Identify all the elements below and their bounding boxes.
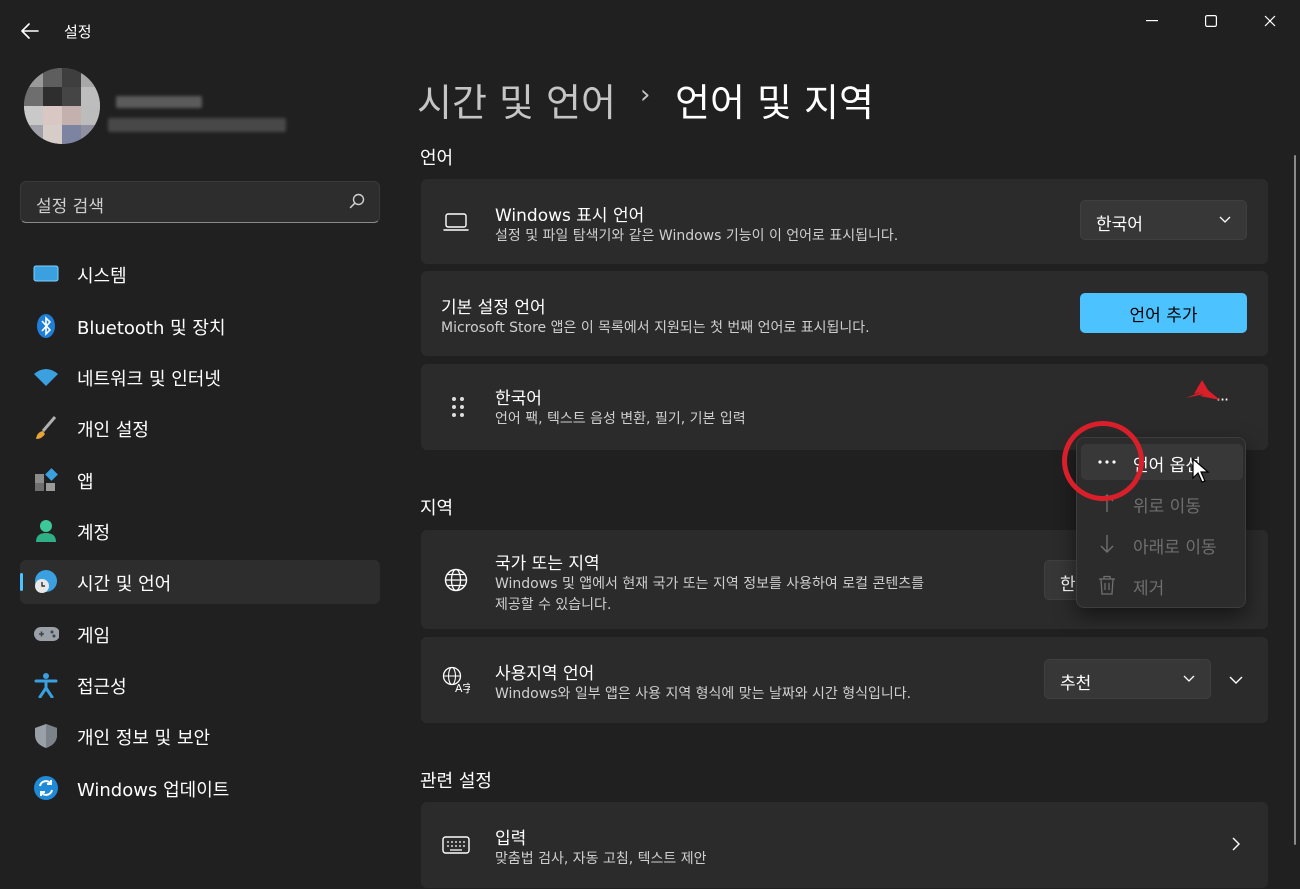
input-settings-card[interactable]: 입력 맞춤법 검사, 자동 고침, 텍스트 제안 [421,802,1268,888]
search-icon[interactable] [349,193,365,209]
section-label-language: 언어 [420,148,454,169]
sidebar-item-label: 개인 설정 [77,420,149,441]
section-label-related: 관련 설정 [420,771,492,792]
section-label-region: 지역 [420,498,454,519]
laptop-icon [442,208,470,236]
card-subtitle: 설정 및 파일 탐색기와 같은 Windows 기능이 이 언어로 표시됩니다. [495,228,899,244]
menu-item-label: 위로 이동 [1133,497,1201,517]
back-button[interactable] [14,18,46,44]
chevron-down-icon [1183,675,1195,682]
bluetooth-icon [33,313,59,339]
globe-icon [442,566,470,594]
sidebar-item-label: 앱 [77,472,94,493]
sidebar-item-personalization[interactable]: 개인 설정 [20,406,380,450]
user-name-blurred [116,96,202,108]
add-language-button[interactable]: 언어 추가 [1080,293,1247,333]
regional-format-card: A字 사용지역 언어 Windows와 일부 앱은 사용 지역 형식에 맞는 날… [421,637,1268,723]
time-language-icon [33,569,59,595]
avatar[interactable] [24,68,100,144]
minimize-button[interactable] [1124,8,1180,34]
back-arrow-icon [21,23,39,39]
drag-handle-icon[interactable] [444,393,472,421]
language-format-icon: A字 [442,666,470,694]
card-subtitle: 제공할 수 있습니다. [495,597,612,613]
preferred-language-card: 기본 설정 언어 Microsoft Store 앱은 이 목록에서 지원되는 … [421,271,1268,356]
sidebar-item-windows-update[interactable]: Windows 업데이트 [20,766,380,810]
card-title: 한국어 [495,389,542,409]
sidebar-item-accounts[interactable]: 계정 [20,509,380,553]
chevron-right-icon [1232,837,1240,851]
sidebar-item-apps[interactable]: 앱 [20,458,380,502]
wifi-icon [33,364,59,390]
sidebar-item-time-language[interactable]: 시간 및 언어 [20,560,380,604]
card-title: 입력 [495,829,527,849]
account-icon [33,518,59,544]
search-box[interactable]: 설정 검색 [20,181,380,223]
maximize-icon [1205,15,1217,27]
card-subtitle: Microsoft Store 앱은 이 목록에서 지원되는 첫 번째 언어로 … [441,320,870,336]
card-title: 사용지역 언어 [495,664,595,684]
sidebar-item-label: Bluetooth 및 장치 [77,318,226,339]
card-title: Windows 표시 언어 [495,206,645,226]
display-language-dropdown[interactable]: 한국어 [1080,200,1247,240]
arrow-down-icon [1097,534,1117,554]
shield-icon [33,723,59,749]
keyboard-icon [442,831,470,859]
apps-icon [33,467,59,493]
dropdown-value: 한국어 [1096,215,1143,235]
regional-format-dropdown[interactable]: 추천 [1044,659,1211,699]
breadcrumb-separator: › [640,80,651,110]
sidebar-item-system[interactable]: 시스템 [20,252,380,296]
menu-item-remove[interactable]: 제거 [1081,567,1243,603]
sidebar-item-privacy[interactable]: 개인 정보 및 보안 [20,714,380,758]
close-button[interactable] [1242,8,1298,34]
trash-icon [1097,575,1117,595]
active-indicator [20,573,23,591]
menu-item-label: 제거 [1133,579,1165,599]
card-title: 국가 또는 지역 [495,554,600,574]
update-icon [33,775,59,801]
windows-display-language-card: Windows 표시 언어 설정 및 파일 탐색기와 같은 Windows 기능… [421,179,1268,264]
chevron-down-icon [1219,216,1231,223]
card-title: 기본 설정 언어 [441,298,546,318]
gamepad-icon [33,621,59,647]
dropdown-value: 추천 [1060,674,1092,694]
sidebar-item-label: 시스템 [77,266,127,287]
mouse-cursor-icon [1192,458,1210,483]
system-icon [33,261,59,287]
expand-chevron-icon[interactable] [1228,673,1244,687]
app-title: 설정 [64,23,92,41]
scrollbar[interactable] [1294,155,1296,845]
card-subtitle: Windows와 일부 앱은 사용 지역 형식에 맞는 날짜와 시간 형식입니다… [495,686,912,702]
sidebar-item-label: 시간 및 언어 [77,574,172,595]
minimize-icon [1146,20,1158,22]
menu-item-move-down[interactable]: 아래로 이동 [1081,526,1243,562]
user-email-blurred [108,118,286,132]
sidebar-item-label: 개인 정보 및 보안 [77,728,211,749]
maximize-button[interactable] [1183,8,1239,34]
card-subtitle: Windows 및 앱에서 현재 국가 또는 지역 정보를 사용하여 로컬 콘텐… [495,576,924,592]
svg-text:A字: A字 [455,681,470,694]
accessibility-icon [33,672,59,698]
sidebar-item-label: 접근성 [77,677,127,698]
sidebar-item-label: 게임 [77,626,111,647]
sidebar-item-label: 계정 [77,523,111,544]
annotation-circle [1062,421,1144,501]
menu-item-label: 아래로 이동 [1133,538,1217,558]
sidebar-item-network[interactable]: 네트워크 및 인터넷 [20,355,380,399]
card-subtitle: 언어 팩, 텍스트 음성 변환, 필기, 기본 입력 [495,411,746,427]
search-input[interactable]: 설정 검색 [36,192,104,217]
card-subtitle: 맞춤법 검사, 자동 고침, 텍스트 제안 [495,851,707,867]
sidebar-item-label: Windows 업데이트 [77,780,230,801]
page-title: 언어 및 지역 [675,81,874,125]
sidebar-item-bluetooth[interactable]: Bluetooth 및 장치 [20,304,380,348]
annotation-arrow-icon [1186,380,1220,400]
dropdown-value: 한 [1060,575,1076,595]
breadcrumb-parent[interactable]: 시간 및 언어 [417,72,616,127]
brush-icon [33,415,59,441]
sidebar-item-gaming[interactable]: 게임 [20,612,380,656]
sidebar-item-accessibility[interactable]: 접근성 [20,663,380,707]
sidebar-item-label: 네트워크 및 인터넷 [77,369,221,390]
close-icon [1264,15,1276,27]
